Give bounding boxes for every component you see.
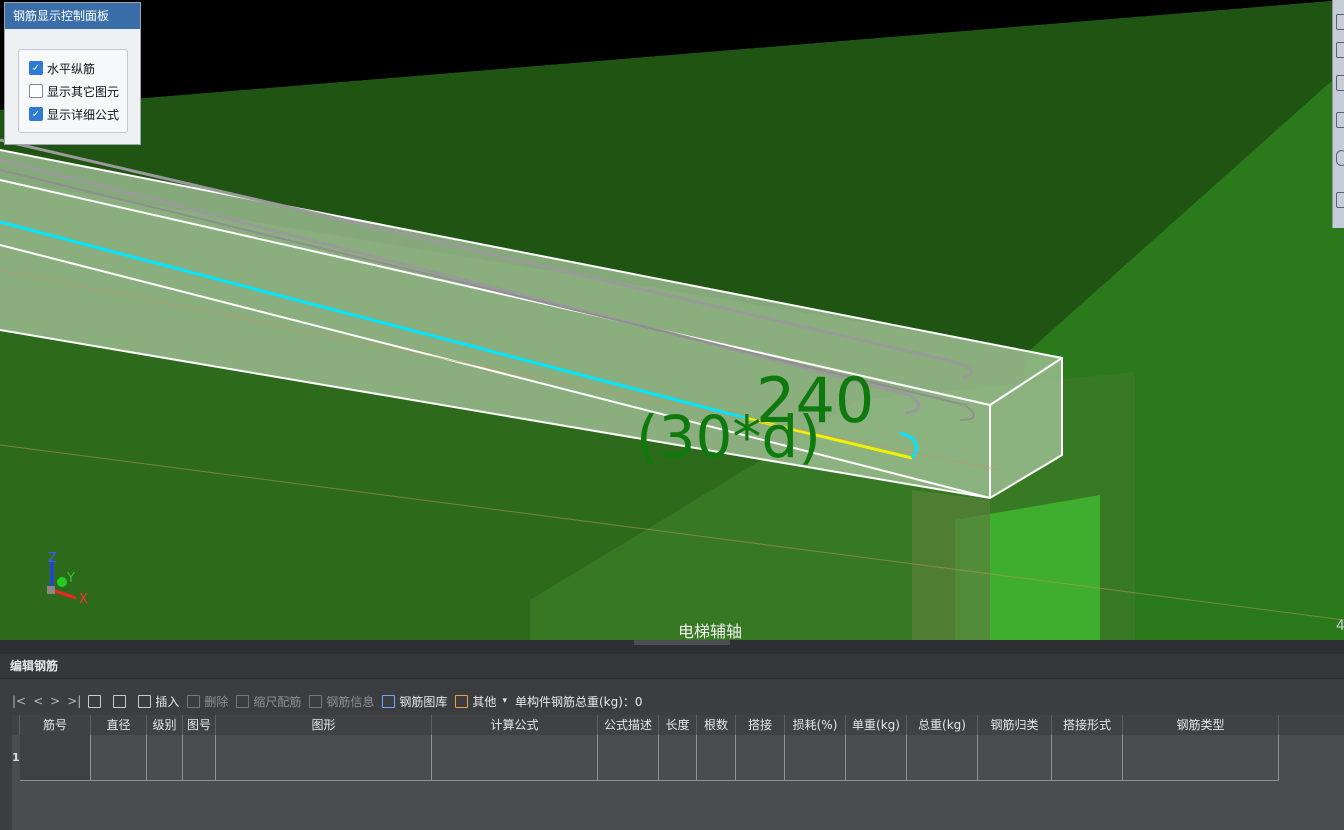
col-loss[interactable]: 损耗(%) [785,715,846,735]
3d-viewport[interactable]: Z Y X 240 (30*d) 电梯辅轴 4 钢筋显示控制面板 ✓ 水平纵筋 … [0,0,1344,640]
move-up-icon [88,694,102,708]
row-gutter [12,735,20,781]
col-lap[interactable]: 搭接 [736,715,785,735]
col-length[interactable]: 长度 [659,715,697,735]
option-label: 显示详细公式 [47,107,120,122]
cell-loss[interactable] [785,735,846,781]
axis-origin [47,586,55,594]
col-shape[interactable]: 图形 [216,715,432,735]
insert-button[interactable]: 插入 [138,693,179,710]
other-icon [455,694,469,708]
col-rebar-type[interactable]: 钢筋类型 [1123,715,1279,735]
col-formula-desc[interactable]: 公式描述 [598,715,659,735]
rebar-library-label: 钢筋图库 [399,694,448,709]
cell-grade[interactable] [147,735,183,781]
cell-rebar-no[interactable] [20,735,91,781]
nav-next-button[interactable]: > [50,694,60,708]
search-icon[interactable] [1336,14,1344,30]
nav-prev-button[interactable]: < [33,694,43,708]
checkbox-unchecked-icon[interactable] [29,84,43,98]
cell-rebar-category[interactable] [978,735,1052,781]
option-show-detailed-formula[interactable]: ✓ 显示详细公式 [29,105,119,123]
delete-label: 删除 [204,694,229,709]
x-axis-label: X [79,592,88,607]
scale-rebar-button[interactable]: 缩尺配筋 [236,693,301,710]
move-down-button[interactable] [113,694,130,708]
insert-icon [138,694,152,708]
editor-toolbar: |< < > >| 插入 删除 缩尺配筋 钢筋信息 钢筋图库 其他 ▾ 单构件钢筋… [12,688,1344,714]
y-axis [57,577,67,587]
cell-formula[interactable] [432,735,598,781]
panel-title: 钢筋显示控制面板 [5,3,140,29]
option-show-other-elements[interactable]: 显示其它图元 [29,82,119,100]
nav-last-button[interactable]: >| [67,694,81,708]
formula-label: (30*d) [636,403,821,471]
scale-rebar-icon [236,694,250,708]
cell-diameter[interactable] [91,735,147,781]
cell-total-weight[interactable] [907,735,978,781]
cell-formula-desc[interactable] [598,735,659,781]
splitter-grip[interactable] [634,640,730,645]
rotate-icon[interactable] [1336,150,1344,166]
view-box-icon[interactable] [1336,42,1344,58]
rebar-display-panel: 钢筋显示控制面板 ✓ 水平纵筋 显示其它图元 ✓ 显示详细公式 [4,2,141,145]
option-label: 显示其它图元 [47,84,120,99]
insert-label: 插入 [155,694,180,709]
scale-rebar-label: 缩尺配筋 [253,694,302,709]
rebar-table: 筋号 直径(mm) 级别 图号 图形 计算公式 公式描述 长度 根数 搭接 损耗… [12,715,1344,830]
editor-title: 编辑钢筋 [0,654,1344,679]
other-dropdown[interactable]: 其他 ▾ [455,693,507,710]
panel-splitter[interactable] [0,640,1344,654]
cell-rebar-type[interactable] [1123,735,1279,781]
col-rebar-no[interactable]: 筋号 [20,715,91,735]
row-header-corner [12,715,20,735]
rebar-info-icon [309,694,323,708]
rebar-info-label: 钢筋信息 [326,694,375,709]
option-label: 水平纵筋 [47,61,96,76]
col-total-weight[interactable]: 总重(kg) [907,715,978,735]
checkbox-checked-icon[interactable]: ✓ [29,107,43,121]
cell-unit-weight[interactable] [846,735,907,781]
panel-options-box: ✓ 水平纵筋 显示其它图元 ✓ 显示详细公式 [18,49,128,133]
other-label: 其他 [472,694,497,709]
nav-first-button[interactable]: |< [12,694,26,708]
col-rebar-category[interactable]: 钢筋归类 [978,715,1052,735]
cell-count[interactable] [697,735,736,781]
col-formula[interactable]: 计算公式 [432,715,598,735]
col-unit-weight[interactable]: 单重(kg) [846,715,907,735]
move-up-button[interactable] [88,694,105,708]
rebar-library-icon [382,694,396,708]
view-toolbar [1332,0,1344,228]
view-cube-side-icon[interactable] [1336,112,1344,128]
col-count[interactable]: 根数 [697,715,736,735]
y-axis-label: Y [66,571,75,586]
col-figure-no[interactable]: 图号 [183,715,216,735]
total-weight-label: 单构件钢筋总重(kg)：0 [514,694,643,709]
checkbox-checked-icon[interactable]: ✓ [29,61,43,75]
grid-view-icon[interactable] [1336,192,1344,208]
col-lap-type[interactable]: 搭接形式 [1052,715,1123,735]
delete-button[interactable]: 删除 [187,693,228,710]
chevron-down-icon: ▾ [502,696,507,706]
edit-rebar-panel: 编辑钢筋 |< < > >| 插入 删除 缩尺配筋 钢筋信息 钢筋图库 其他 ▾ … [0,654,1344,830]
z-axis-label: Z [48,551,57,566]
cell-figure-no[interactable] [183,735,216,781]
cell-length[interactable] [659,735,697,781]
move-down-icon [113,694,127,708]
table-header: 筋号 直径(mm) 级别 图号 图形 计算公式 公式描述 长度 根数 搭接 损耗… [12,715,1344,752]
delete-icon [187,694,201,708]
rebar-3d-scene: Z Y X [0,0,1344,640]
table-row [12,735,1280,781]
col-grade[interactable]: 级别 [147,715,183,735]
col-diameter[interactable]: 直径(mm) [91,715,147,752]
cell-lap-type[interactable] [1052,735,1123,781]
axis-name-label: 电梯辅轴 [678,622,743,640]
rebar-library-button[interactable]: 钢筋图库 [382,693,447,710]
view-cube-icon[interactable] [1336,75,1344,91]
rebar-info-button[interactable]: 钢筋信息 [309,693,374,710]
option-horizontal-rebar[interactable]: ✓ 水平纵筋 [29,59,95,77]
cell-lap[interactable] [736,735,785,781]
axis-number-label: 4 [1336,618,1344,634]
cell-shape[interactable] [216,735,432,781]
